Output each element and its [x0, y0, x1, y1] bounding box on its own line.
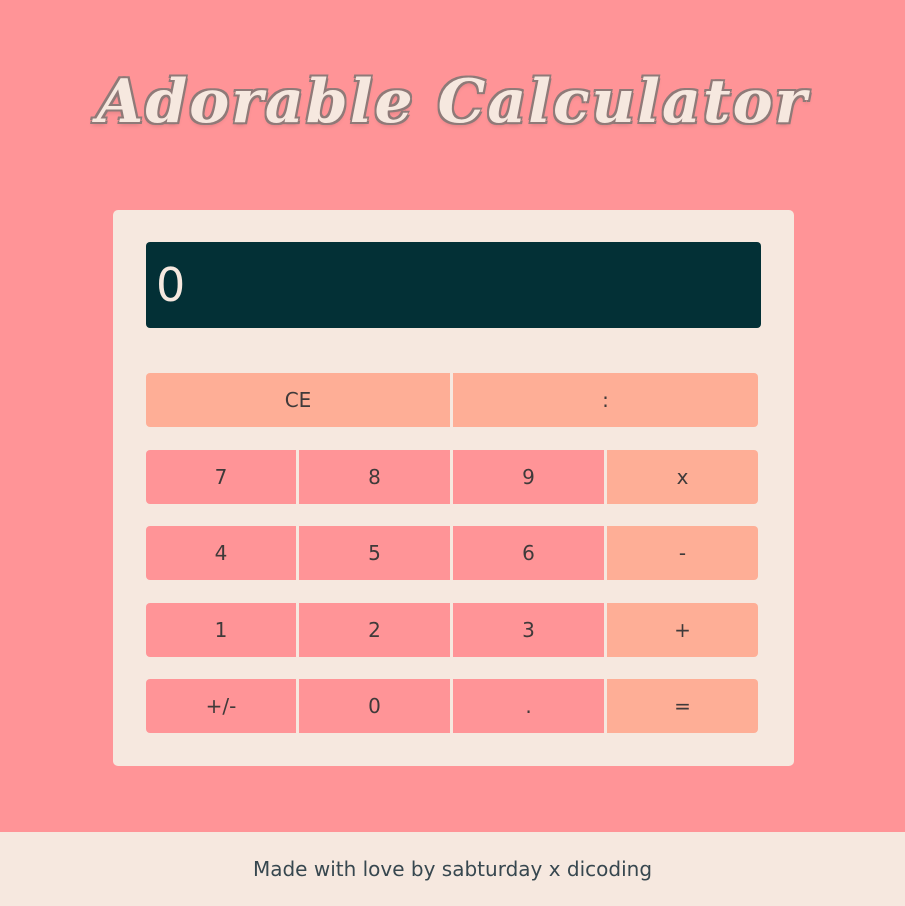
digit-9-button[interactable]: 9 [453, 450, 604, 504]
digit-6-button[interactable]: 6 [453, 526, 604, 580]
calculator-display: 0 [146, 242, 761, 328]
subtract-button[interactable]: - [607, 526, 758, 580]
page-title: Adorable Calculator [96, 67, 809, 137]
digit-1-button[interactable]: 1 [146, 603, 296, 657]
digit-5-button[interactable]: 5 [299, 526, 450, 580]
footer: Made with love by sabturday x dicoding [0, 832, 905, 906]
footer-text: Made with love by sabturday x dicoding [252, 857, 653, 881]
multiply-button[interactable]: x [607, 450, 758, 504]
digit-0-button[interactable]: 0 [299, 679, 450, 733]
clear-entry-button[interactable]: CE [146, 373, 450, 427]
add-button[interactable]: + [607, 603, 758, 657]
digit-8-button[interactable]: 8 [299, 450, 450, 504]
digit-7-button[interactable]: 7 [146, 450, 296, 504]
decimal-button[interactable]: . [453, 679, 604, 733]
divide-button[interactable]: : [453, 373, 758, 427]
equals-button[interactable]: = [607, 679, 758, 733]
digit-2-button[interactable]: 2 [299, 603, 450, 657]
calculator: 0 CE : 7 8 9 x 4 5 6 - 1 2 3 + +/- 0 . = [113, 210, 794, 766]
digit-3-button[interactable]: 3 [453, 603, 604, 657]
digit-4-button[interactable]: 4 [146, 526, 296, 580]
negate-button[interactable]: +/- [146, 679, 296, 733]
